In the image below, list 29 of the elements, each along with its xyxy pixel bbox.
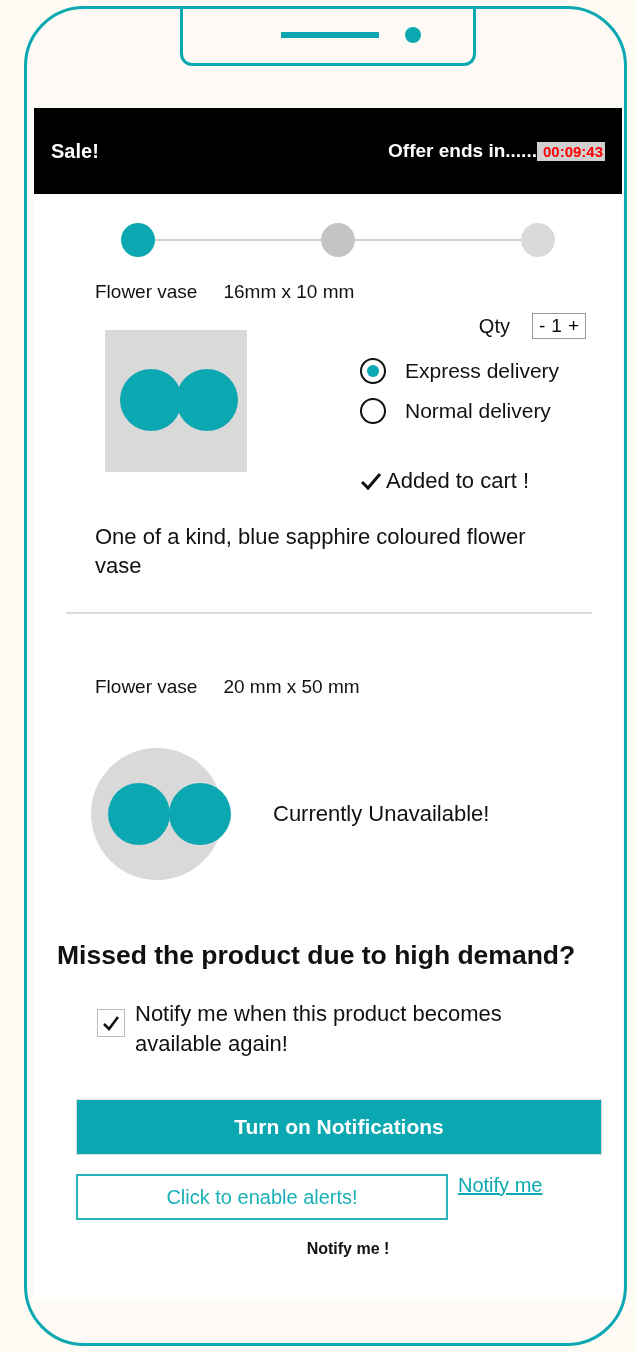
checkbox-label: Notify me when this product becomes available again! [135,1000,503,1058]
radio-button[interactable] [360,358,386,384]
qty-label: Qty [478,314,510,338]
countdown-timer: 00:09:43 [536,141,605,161]
speaker-icon [281,31,379,38]
radio-button[interactable] [360,398,386,424]
camera-icon [405,26,421,43]
radio-label: Express delivery [405,359,560,383]
check-icon [102,1015,120,1031]
radio-label: Normal delivery [405,399,551,423]
increment-button[interactable]: + [567,315,579,337]
product-name: Flower vase [95,676,198,698]
checkbox[interactable] [97,1009,125,1037]
notifications-button[interactable]: Turn on Notifications [76,1099,602,1155]
product-name: Flower vase [95,281,198,303]
quantity-value: 1 [551,315,562,337]
enable-alerts-button[interactable]: Click to enable alerts! [76,1174,448,1220]
cart-status: Added to cart ! [386,468,530,494]
offer-label: Offer ends in...... [388,140,537,162]
notify-link[interactable]: Notify me [458,1174,543,1197]
decrement-button[interactable]: - [539,315,546,337]
availability-status: Currently Unavailable! [273,801,490,827]
sale-title: Sale! [51,139,99,163]
product-size: 16mm x 10 mm [223,281,355,303]
product-size: 20 mm x 50 mm [223,676,360,698]
check-icon [360,471,382,491]
product-description: One of a kind, blue sapphire coloured flower vase [95,523,527,580]
footer-text: Notify me ! [306,1240,390,1258]
section-heading: Missed the product due to high demand? [57,940,577,971]
